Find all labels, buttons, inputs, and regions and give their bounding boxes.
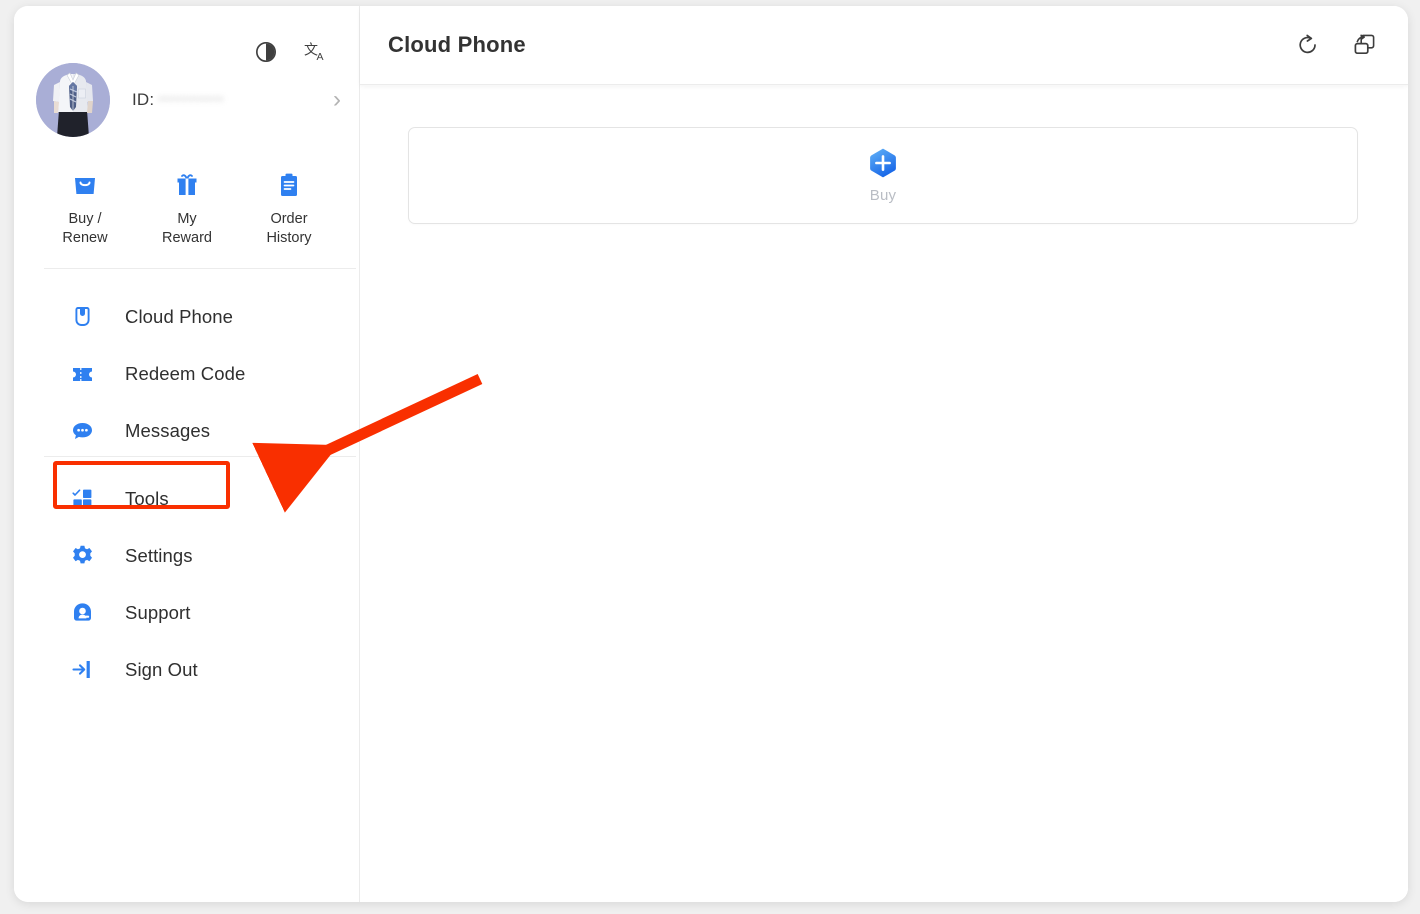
qa-line2: Renew <box>62 230 108 247</box>
quick-action-buy-renew[interactable]: Buy / Renew <box>42 171 128 248</box>
page-title: Cloud Phone <box>388 32 526 57</box>
clipboard-icon <box>246 171 332 201</box>
gear-icon <box>69 543 95 569</box>
chat-bubble-icon <box>69 418 95 444</box>
buy-card-label: Buy <box>869 187 897 204</box>
sidebar-item-messages[interactable]: Messages <box>14 402 359 459</box>
sidebar-nav: Cloud Phone Redeem Code Messages Tools S… <box>14 288 359 698</box>
sidebar-item-label: Sign Out <box>125 658 198 680</box>
main-panel: Cloud Phone Buy <box>360 6 1408 902</box>
sidebar-item-label: Cloud Phone <box>125 305 234 327</box>
qa-line1: Buy / <box>68 211 102 227</box>
sidebar-item-label: Support <box>125 601 191 623</box>
sidebar: 文 A ID: •••••••••• › Buy / Renew My Rewa… <box>14 6 360 902</box>
quick-action-label: Buy / Renew <box>42 210 128 248</box>
chevron-right-icon[interactable]: › <box>333 88 341 112</box>
qa-line1: Order <box>270 211 308 227</box>
sidebar-item-settings[interactable]: Settings <box>14 527 359 584</box>
divider-quick-actions <box>44 268 356 269</box>
sidebar-item-tools[interactable]: Tools <box>14 470 359 527</box>
refresh-icon[interactable] <box>1296 33 1320 57</box>
tools-grid-icon <box>69 486 95 512</box>
main-body: Buy <box>360 85 1408 902</box>
sidebar-item-cloud-phone[interactable]: Cloud Phone <box>14 288 359 345</box>
sidebar-item-sign-out[interactable]: Sign Out <box>14 641 359 698</box>
new-window-icon[interactable] <box>1352 32 1378 58</box>
sidebar-item-support[interactable]: Support <box>14 584 359 641</box>
sign-out-icon <box>69 657 95 683</box>
plus-hexagon-icon <box>868 147 898 179</box>
app-window: 文 A ID: •••••••••• › Buy / Renew My Rewa… <box>14 6 1408 902</box>
buy-card[interactable]: Buy <box>408 127 1358 224</box>
sidebar-item-label: Settings <box>125 544 193 566</box>
sidebar-item-redeem-code[interactable]: Redeem Code <box>14 345 359 402</box>
sidebar-item-label: Tools <box>125 487 169 509</box>
main-header: Cloud Phone <box>360 6 1408 85</box>
quick-action-label: My Reward <box>144 210 230 248</box>
cloud-phone-icon <box>69 304 95 330</box>
avatar <box>36 63 110 137</box>
quick-action-order-history[interactable]: Order History <box>246 171 332 248</box>
qa-line2: History <box>266 230 312 247</box>
sidebar-item-label: Redeem Code <box>125 362 246 384</box>
profile-id-label: ID: <box>132 90 155 109</box>
quick-actions: Buy / Renew My Reward Order History <box>42 171 332 248</box>
gift-icon <box>144 171 230 201</box>
profile-id-value: •••••••••• <box>158 91 225 108</box>
qa-line1: My <box>177 211 197 227</box>
headset-support-icon <box>69 600 95 626</box>
profile-row[interactable]: ID: •••••••••• › <box>36 60 341 140</box>
sidebar-item-label: Messages <box>125 419 211 441</box>
qa-line2: Reward <box>162 230 212 247</box>
quick-action-my-reward[interactable]: My Reward <box>144 171 230 248</box>
shopping-bag-icon <box>42 171 128 201</box>
ticket-icon <box>69 361 95 387</box>
quick-action-label: Order History <box>246 210 332 248</box>
header-actions <box>1296 32 1378 58</box>
